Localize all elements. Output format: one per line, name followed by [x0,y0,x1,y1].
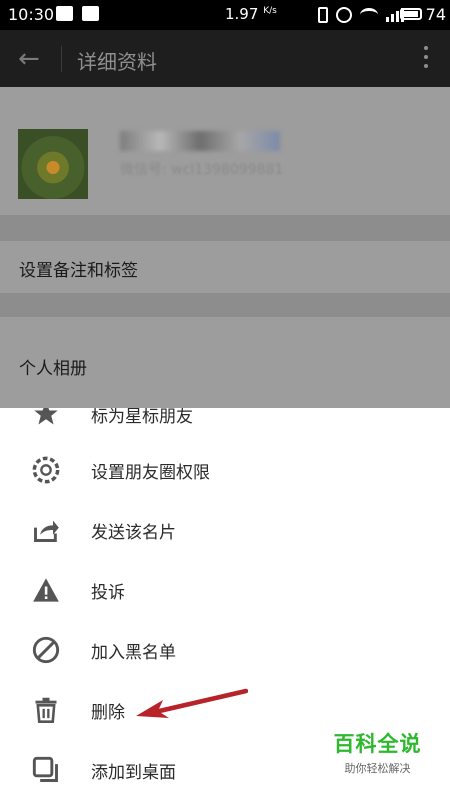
chat-notification-icon [82,6,99,21]
watermark-subtitle: 助你轻松解决 [344,762,411,775]
section-gap [0,293,450,317]
watermark-logo: 百科全说 助你轻松解决 [320,728,435,776]
menu-item-blacklist[interactable]: 加入黑名单 [0,620,450,680]
remark-tags-row[interactable]: 设置备注和标签 [0,241,450,293]
avatar[interactable] [18,129,88,199]
menu-item-label: 添加到桌面 [91,763,176,783]
status-time: 10:30 [8,5,55,24]
more-options-icon[interactable] [424,46,428,73]
watermark-title: 百科全说 [333,732,422,756]
menu-item-report[interactable]: 投诉 [0,560,450,620]
menu-item-label: 设置朋友圈权限 [91,463,210,483]
album-label: 个人相册 [19,359,87,379]
menu-item-label: 加入黑名单 [91,643,176,663]
blurred-nickname [120,131,280,151]
warning-icon [33,578,59,602]
wifi-icon [360,8,378,22]
menu-item-label: 标为星标朋友 [91,408,193,427]
trash-icon [35,697,57,723]
notification-icon [56,6,73,21]
network-speed: 1.97 K/s [225,5,277,23]
profile-card: 微信号: wcl1398099881 [0,87,450,215]
vibrate-icon [318,7,328,23]
menu-item-send-card[interactable]: 发送该名片 [0,500,450,560]
page-title: 详细资料 [77,50,157,74]
menu-item-label: 发送该名片 [91,523,176,543]
battery-icon [400,8,422,20]
aperture-icon [32,456,60,484]
star-icon [34,408,58,425]
album-row[interactable]: 个人相册 [0,317,450,409]
menu-item-moments-permission[interactable]: 设置朋友圈权限 [0,440,450,500]
battery-level: 74 [425,5,446,24]
menu-item-label: 投诉 [91,583,125,603]
alarm-icon [336,7,352,23]
title-bar: ← 详细资料 [0,30,450,87]
back-arrow-icon[interactable]: ← [18,44,40,74]
section-gap [0,215,450,241]
annotation-arrow-icon [136,688,248,718]
title-divider [61,46,62,72]
share-icon [34,520,59,542]
remark-tags-label: 设置备注和标签 [19,261,138,281]
menu-item-label: 删除 [91,703,125,723]
add-to-desktop-icon [32,756,58,782]
status-icons [318,5,404,25]
wechat-id: 微信号: wcl1398099881 [120,162,284,178]
status-bar: 10:30 1.97 K/s 74 [0,0,450,30]
menu-item-star-friend[interactable]: 标为星标朋友 [0,408,450,444]
block-icon [32,636,60,664]
